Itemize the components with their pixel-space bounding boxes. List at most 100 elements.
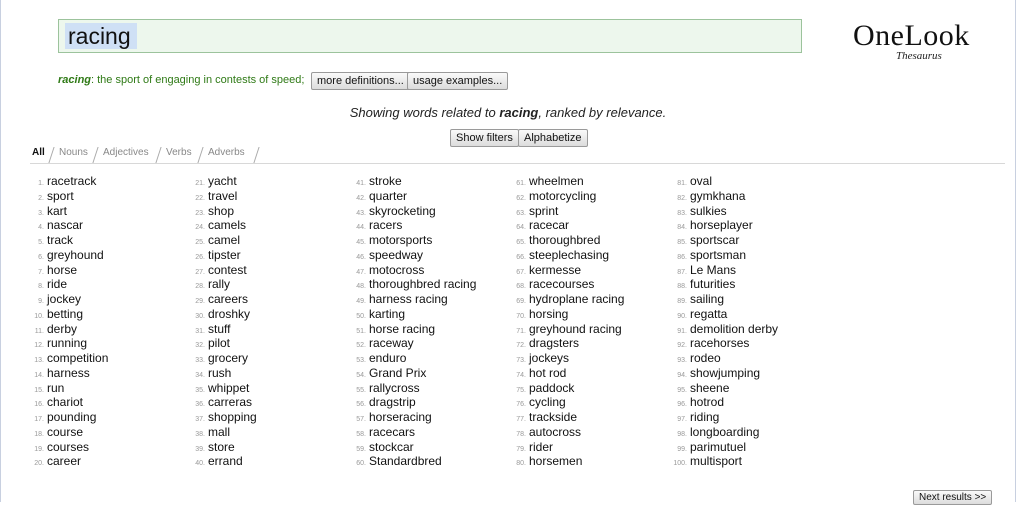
result-word-link[interactable]: courses [47,440,89,454]
result-word-link[interactable]: droshky [208,307,250,321]
result-word-link[interactable]: racehorses [690,336,749,350]
result-word-link[interactable]: horse [47,263,77,277]
result-word-link[interactable]: motocross [369,263,424,277]
result-word-link[interactable]: hot rod [529,366,566,380]
result-word-link[interactable]: sprint [529,204,558,218]
tab-nouns[interactable]: Nouns [59,147,88,158]
result-word-link[interactable]: hotrod [690,395,724,409]
result-word-link[interactable]: rodeo [690,351,721,365]
result-word-link[interactable]: jockey [47,292,81,306]
result-word-link[interactable]: hydroplane racing [529,292,624,306]
result-word-link[interactable]: camels [208,218,246,232]
result-word-link[interactable]: skyrocketing [369,204,436,218]
result-word-link[interactable]: racecar [529,218,569,232]
tab-adjectives[interactable]: Adjectives [103,147,149,158]
result-word-link[interactable]: chariot [47,395,83,409]
result-word-link[interactable]: regatta [690,307,727,321]
result-word-link[interactable]: horseracing [369,410,432,424]
result-word-link[interactable]: greyhound racing [529,322,622,336]
result-word-link[interactable]: camel [208,233,240,247]
result-word-link[interactable]: competition [47,351,108,365]
result-word-link[interactable]: rally [208,277,230,291]
result-word-link[interactable]: stockcar [369,440,414,454]
result-word-link[interactable]: harness racing [369,292,448,306]
result-word-link[interactable]: racecourses [529,277,594,291]
result-word-link[interactable]: demolition derby [690,322,778,336]
result-word-link[interactable]: paddock [529,381,574,395]
result-word-link[interactable]: trackside [529,410,577,424]
result-word-link[interactable]: carreras [208,395,252,409]
result-word-link[interactable]: dragsters [529,336,579,350]
result-word-link[interactable]: gymkhana [690,189,745,203]
result-word-link[interactable]: grocery [208,351,248,365]
result-word-link[interactable]: racecars [369,425,415,439]
search-input[interactable] [65,23,137,49]
result-word-link[interactable]: yacht [208,174,237,188]
result-word-link[interactable]: cycling [529,395,566,409]
tab-verbs[interactable]: Verbs [166,147,192,158]
tab-adverbs[interactable]: Adverbs [208,147,245,158]
result-word-link[interactable]: horseplayer [690,218,753,232]
show-filters-button[interactable]: Show filters [450,129,519,147]
result-word-link[interactable]: mall [208,425,230,439]
result-word-link[interactable]: running [47,336,87,350]
result-word-link[interactable]: contest [208,263,247,277]
result-word-link[interactable]: speedway [369,248,423,262]
result-word-link[interactable]: track [47,233,73,247]
result-word-link[interactable]: sport [47,189,74,203]
result-word-link[interactable]: sheene [690,381,729,395]
result-word-link[interactable]: travel [208,189,237,203]
onelook-logo[interactable]: OneLook [853,19,970,53]
result-word-link[interactable]: Standardbred [369,454,442,468]
result-word-link[interactable]: Grand Prix [369,366,426,380]
result-word-link[interactable]: sulkies [690,204,727,218]
result-word-link[interactable]: betting [47,307,83,321]
result-word-link[interactable]: racers [369,218,402,232]
result-word-link[interactable]: jockeys [529,351,569,365]
result-word-link[interactable]: run [47,381,64,395]
result-word-link[interactable]: stuff [208,322,230,336]
result-word-link[interactable]: whippet [208,381,249,395]
result-word-link[interactable]: greyhound [47,248,104,262]
result-word-link[interactable]: showjumping [690,366,760,380]
result-word-link[interactable]: harness [47,366,90,380]
result-word-link[interactable]: kart [47,204,67,218]
result-word-link[interactable]: tipster [208,248,241,262]
result-word-link[interactable]: rush [208,366,231,380]
result-word-link[interactable]: motorsports [369,233,432,247]
result-word-link[interactable]: pilot [208,336,230,350]
result-word-link[interactable]: sportsman [690,248,746,262]
result-word-link[interactable]: oval [690,174,712,188]
result-word-link[interactable]: sportscar [690,233,739,247]
result-word-link[interactable]: store [208,440,235,454]
result-word-link[interactable]: karting [369,307,405,321]
result-word-link[interactable]: kermesse [529,263,581,277]
result-word-link[interactable]: multisport [690,454,742,468]
result-word-link[interactable]: Le Mans [690,263,736,277]
result-word-link[interactable]: steeplechasing [529,248,609,262]
result-word-link[interactable]: motorcycling [529,189,596,203]
result-word-link[interactable]: nascar [47,218,83,232]
next-results-button[interactable]: Next results >> [913,490,993,505]
result-word-link[interactable]: derby [47,322,77,336]
result-word-link[interactable]: racetrack [47,174,96,188]
result-word-link[interactable]: horsemen [529,454,582,468]
result-word-link[interactable]: pounding [47,410,96,424]
result-word-link[interactable]: wheelmen [529,174,584,188]
result-word-link[interactable]: raceway [369,336,414,350]
result-word-link[interactable]: horsing [529,307,568,321]
result-word-link[interactable]: longboarding [690,425,759,439]
result-word-link[interactable]: horse racing [369,322,435,336]
result-word-link[interactable]: course [47,425,83,439]
result-word-link[interactable]: parimutuel [690,440,746,454]
result-word-link[interactable]: errand [208,454,243,468]
result-word-link[interactable]: thoroughbred [529,233,600,247]
result-word-link[interactable]: rider [529,440,553,454]
result-word-link[interactable]: shop [208,204,234,218]
result-word-link[interactable]: shopping [208,410,257,424]
result-word-link[interactable]: sailing [690,292,724,306]
result-word-link[interactable]: ride [47,277,67,291]
result-word-link[interactable]: stroke [369,174,402,188]
alphabetize-button[interactable]: Alphabetize [518,129,588,147]
result-word-link[interactable]: futurities [690,277,735,291]
